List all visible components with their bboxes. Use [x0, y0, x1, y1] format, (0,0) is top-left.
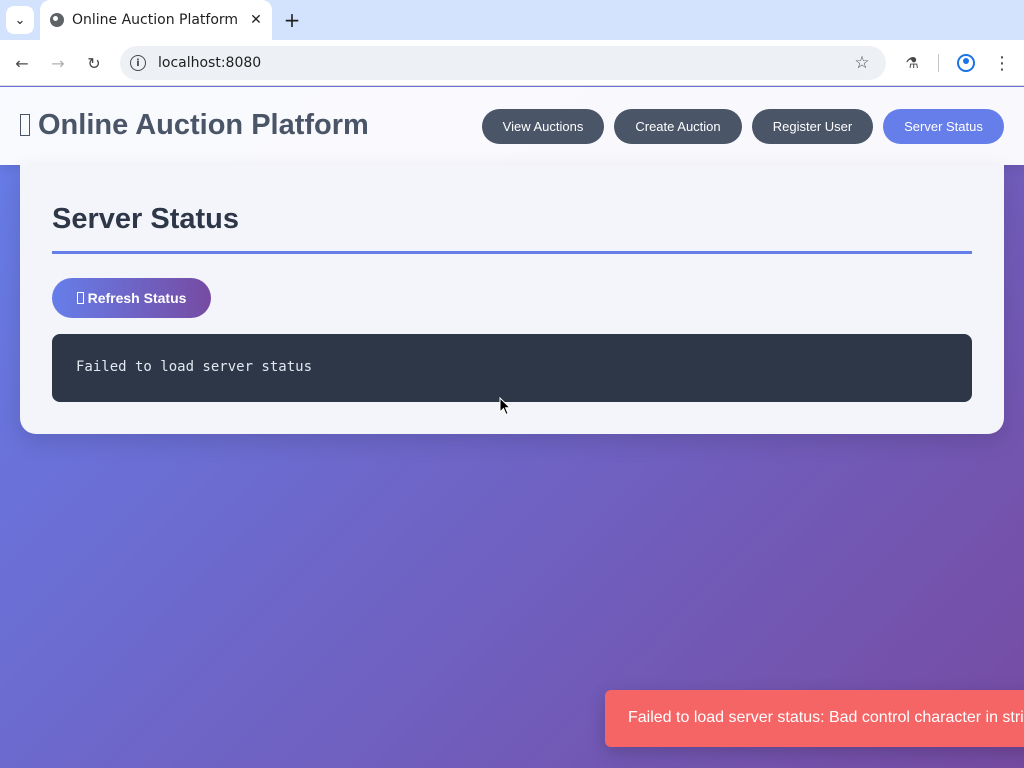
- page-title: Server Status: [52, 203, 239, 235]
- tab-search-chevron-icon[interactable]: ⌄: [6, 6, 34, 34]
- refresh-icon: [76, 292, 84, 304]
- nav-register-user-button[interactable]: Register User: [752, 109, 873, 144]
- title-divider: [52, 251, 972, 254]
- page-viewport: Online Auction Platform View Auctions Cr…: [0, 87, 1024, 768]
- site-header: Online Auction Platform View Auctions Cr…: [0, 87, 1024, 165]
- server-status-card: Server Status Refresh Status Failed to l…: [20, 165, 1004, 434]
- error-toast: Failed to load server status: Bad contro…: [605, 690, 1024, 747]
- site-info-icon[interactable]: i: [130, 55, 146, 71]
- nav-create-auction-button[interactable]: Create Auction: [614, 109, 742, 144]
- nav-view-auctions-button[interactable]: View Auctions: [482, 109, 604, 144]
- back-arrow-icon[interactable]: ←: [8, 49, 36, 77]
- refresh-status-button[interactable]: Refresh Status: [52, 278, 211, 318]
- mouse-cursor-icon: [499, 397, 512, 416]
- labs-flask-icon[interactable]: ⚗: [898, 49, 926, 77]
- globe-icon: [50, 13, 64, 27]
- new-tab-plus-icon[interactable]: +: [280, 6, 304, 34]
- tab-title: Online Auction Platform: [72, 12, 239, 28]
- bookmark-star-icon[interactable]: ☆: [848, 49, 876, 77]
- toast-message: Failed to load server status: Bad contro…: [628, 709, 1024, 726]
- close-icon[interactable]: ✕: [246, 10, 266, 30]
- status-output-panel: Failed to load server status: [52, 334, 972, 402]
- status-output-text: Failed to load server status: [76, 359, 313, 375]
- auction-hammer-icon: [20, 114, 30, 136]
- url-text[interactable]: localhost:8080: [158, 55, 848, 71]
- forward-arrow-icon[interactable]: →: [44, 49, 72, 77]
- address-bar[interactable]: i localhost:8080 ☆: [120, 46, 886, 80]
- toolbar-divider: [938, 54, 939, 72]
- more-menu-icon[interactable]: ⋮: [988, 49, 1016, 77]
- profile-icon[interactable]: [952, 49, 980, 77]
- browser-tab-active[interactable]: Online Auction Platform ✕: [40, 0, 272, 40]
- browser-tabstrip: ⌄ Online Auction Platform ✕ +: [0, 0, 1024, 40]
- reload-icon[interactable]: ↻: [80, 49, 108, 77]
- browser-toolbar: ← → ↻ i localhost:8080 ☆ ⚗ ⋮: [0, 40, 1024, 86]
- nav-server-status-button[interactable]: Server Status: [883, 109, 1004, 144]
- site-title: Online Auction Platform: [20, 109, 369, 142]
